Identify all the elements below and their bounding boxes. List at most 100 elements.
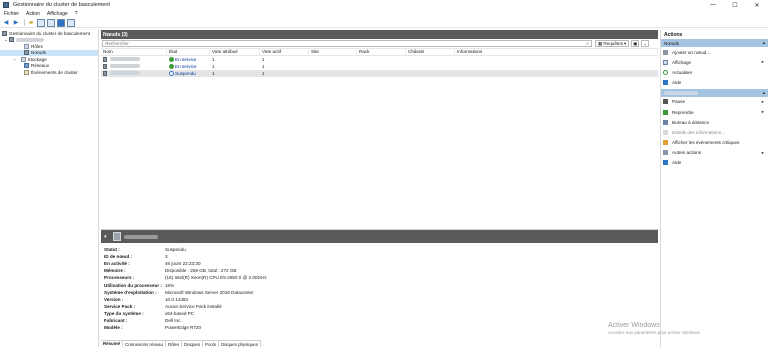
- folder-up-icon[interactable]: ▰: [27, 19, 35, 27]
- action-label: Ajouter un nœud...: [672, 49, 711, 55]
- networks-icon: [24, 63, 29, 69]
- menu-action[interactable]: Action: [26, 11, 40, 17]
- action-label: Actualiser: [672, 69, 693, 75]
- node-details-pane: ▾ Statut : Suspendu ID de nœud : 3 En acti…: [101, 229, 658, 347]
- property-row: Modèle : PowerEdge R720: [101, 324, 658, 331]
- property-key: Modèle :: [104, 325, 123, 331]
- action-show-critical-events[interactable]: Afficher les événements critiques: [661, 138, 768, 148]
- expand-collapse-button[interactable]: ⌄: [641, 40, 650, 47]
- action-help[interactable]: Aide: [661, 78, 768, 88]
- chevron-up-icon[interactable]: ▴: [763, 90, 765, 96]
- add-node-icon: [663, 49, 668, 55]
- menu-help[interactable]: ?: [75, 11, 78, 17]
- nodes-table: Nom État Vote attribué Vote actif Site R…: [101, 49, 658, 77]
- refresh-icon: [663, 69, 668, 75]
- tab-summary[interactable]: Résumé: [101, 341, 124, 347]
- action-pane-icon[interactable]: [67, 18, 75, 27]
- column-header-active-vote[interactable]: Vote actif: [260, 49, 309, 55]
- actions-section-label: Nœuds: [664, 40, 680, 46]
- submenu-arrow-icon: ▸: [761, 109, 764, 115]
- actions-section-selected-node[interactable]: ▴: [661, 88, 768, 97]
- collapse-chevron-icon[interactable]: ▾: [104, 234, 107, 240]
- cluster-icon: [8, 37, 14, 43]
- column-header-state[interactable]: État: [167, 49, 210, 55]
- toolbar-separator: [24, 19, 25, 26]
- information-cell: [455, 70, 658, 77]
- action-view[interactable]: Affichage ▸: [661, 57, 768, 67]
- property-row: Fabricant : Dell Inc.: [101, 317, 658, 324]
- property-key: ID de nœud :: [104, 254, 133, 260]
- property-row: ID de nœud : 3: [101, 253, 658, 260]
- table-row[interactable]: Suspendu 1 1: [101, 69, 658, 77]
- column-header-site[interactable]: Site: [309, 49, 357, 55]
- properties-icon[interactable]: [47, 18, 55, 27]
- tab-roles[interactable]: Rôles: [166, 341, 183, 347]
- property-key: Système d'exploitation :: [104, 289, 157, 295]
- action-label: Autres actions: [672, 150, 702, 156]
- action-information-details: Détails des informations...: [661, 127, 768, 137]
- action-add-node[interactable]: Ajouter un nœud...: [661, 47, 768, 57]
- title-bar: Gestionnaire du cluster de basculement —…: [0, 0, 768, 10]
- minimize-button[interactable]: —: [702, 0, 724, 10]
- maximize-button[interactable]: ☐: [724, 0, 746, 10]
- tab-disks[interactable]: Disques: [182, 341, 204, 347]
- action-refresh[interactable]: Actualiser: [661, 67, 768, 77]
- events-log-icon: [24, 69, 29, 75]
- console-tree-icon[interactable]: [37, 18, 45, 27]
- nodes-icon: [24, 50, 29, 56]
- node-name-redacted: [664, 90, 698, 95]
- property-row: Système d'exploitation : Microsoft Window…: [101, 289, 658, 296]
- back-arrow-icon[interactable]: ◀: [2, 19, 10, 27]
- forward-arrow-icon[interactable]: ▶: [12, 19, 20, 27]
- details-icon: [663, 129, 668, 135]
- table-row[interactable]: En service 1 1: [101, 56, 658, 63]
- column-header-name[interactable]: Nom: [101, 49, 167, 55]
- property-row: Version : 10.0.14393: [101, 296, 658, 303]
- node-name-redacted: [123, 234, 158, 239]
- help-icon[interactable]: [57, 18, 65, 27]
- tree-item-label: Événements de cluster: [31, 69, 78, 75]
- tree-item-cluster-events[interactable]: Événements de cluster: [0, 69, 98, 76]
- active-vote-cell: 1: [262, 56, 265, 62]
- property-row: Utilisation du processeur :16%: [101, 281, 658, 288]
- property-key: Mémoire :: [104, 268, 126, 274]
- server-icon: [112, 232, 121, 241]
- watermark-subtitle: Accédez aux paramètres pour activer Wind…: [608, 330, 701, 335]
- search-input[interactable]: Rechercher ⌕: [102, 40, 592, 47]
- site-cell: [309, 63, 357, 70]
- actions-section-nodes[interactable]: Nœuds ▴: [661, 39, 768, 47]
- tree-item-label: Nœuds: [31, 50, 47, 56]
- action-remote-desktop[interactable]: Bureau à distance: [661, 117, 768, 127]
- expand-icon[interactable]: ›: [14, 57, 16, 62]
- action-more-actions[interactable]: Autres actions ▸: [661, 148, 768, 158]
- roles-icon: [24, 43, 29, 49]
- tree-root[interactable]: Gestionnaire du cluster de basculement: [0, 30, 98, 37]
- action-help[interactable]: Aide: [661, 158, 768, 168]
- table-row[interactable]: En service 1 1: [101, 63, 658, 70]
- tab-pools[interactable]: Pools: [203, 341, 220, 347]
- column-header-assigned-vote[interactable]: Vote attribué: [210, 49, 260, 55]
- tab-physical-disks[interactable]: Disques physiques: [219, 341, 261, 347]
- assigned-vote-cell: 1: [212, 70, 215, 76]
- menu-affichage[interactable]: Affichage: [47, 11, 68, 17]
- search-icon[interactable]: ⌕: [586, 41, 589, 47]
- property-value: Microsoft Windows Server 2016 Datacenter: [165, 289, 254, 295]
- save-query-button[interactable]: ▣: [631, 40, 640, 47]
- column-header-chassis[interactable]: Châssis: [406, 49, 455, 55]
- action-pause[interactable]: Pause ▸: [661, 97, 768, 107]
- property-value: 46 jours 22:23:30: [165, 261, 201, 267]
- node-state-cell: En service: [167, 63, 210, 70]
- collapse-icon[interactable]: ⌄: [4, 37, 8, 43]
- chevron-up-icon[interactable]: ▴: [763, 40, 765, 46]
- tab-network-connections[interactable]: Connexions réseau: [123, 341, 166, 347]
- action-label: Aide: [672, 80, 682, 86]
- action-label: Afficher les événements critiques: [672, 140, 740, 146]
- column-header-information[interactable]: Informations: [455, 49, 658, 55]
- queries-button[interactable]: ▦ Requêtes ▾: [595, 40, 630, 47]
- action-label: Détails des informations...: [672, 129, 725, 135]
- action-resume[interactable]: Reprendre ▸: [661, 107, 768, 117]
- close-button[interactable]: ✕: [746, 0, 768, 10]
- property-key: Utilisation du processeur :: [104, 282, 162, 288]
- column-header-rack[interactable]: Rack: [357, 49, 406, 55]
- menu-fichier[interactable]: Fichier: [4, 11, 19, 17]
